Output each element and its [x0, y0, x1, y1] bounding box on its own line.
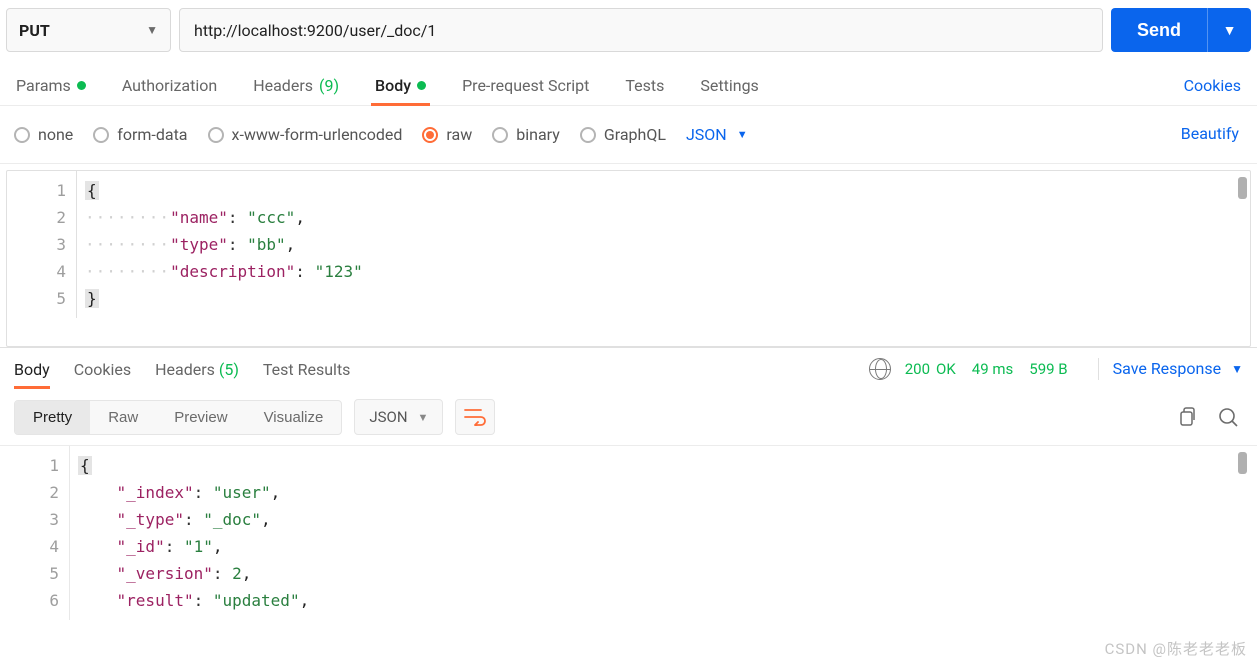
chevron-down-icon: ▼: [146, 23, 158, 37]
search-icon: [1217, 406, 1239, 428]
send-more-button[interactable]: ▼: [1207, 8, 1251, 52]
http-method-select[interactable]: PUT ▼: [6, 8, 171, 52]
tab-body[interactable]: Body: [371, 68, 430, 105]
chevron-down-icon: ▼: [1231, 362, 1243, 376]
body-type-none[interactable]: none: [14, 125, 73, 144]
response-tab-cookies[interactable]: Cookies: [74, 348, 131, 389]
search-button[interactable]: [1213, 402, 1243, 432]
watermark: CSDN @陈老老老板: [1105, 638, 1247, 659]
response-size: 599 B: [1029, 360, 1067, 378]
tab-tests[interactable]: Tests: [621, 68, 668, 105]
response-tab-headers[interactable]: Headers (5): [155, 348, 239, 389]
view-mode-preview[interactable]: Preview: [156, 401, 245, 434]
response-tab-body[interactable]: Body: [14, 348, 50, 389]
copy-icon: [1176, 407, 1196, 427]
response-format-select[interactable]: JSON ▼: [354, 399, 443, 435]
request-body-editor[interactable]: 12345 {········"name": "ccc",········"ty…: [7, 171, 1250, 318]
save-response-button[interactable]: Save Response ▼: [1113, 359, 1243, 378]
scrollbar-thumb[interactable]: [1238, 177, 1247, 199]
tab-settings[interactable]: Settings: [696, 68, 762, 105]
view-mode-raw[interactable]: Raw: [90, 401, 156, 434]
wrap-icon: [464, 408, 486, 426]
response-view-modes: PrettyRawPreviewVisualize: [14, 400, 342, 435]
scrollbar-thumb[interactable]: [1238, 452, 1247, 474]
wrap-lines-button[interactable]: [455, 399, 495, 435]
body-type-row: none form-data x-www-form-urlencoded raw bin…: [0, 106, 1257, 164]
http-method-label: PUT: [19, 21, 50, 40]
copy-button[interactable]: [1171, 402, 1201, 432]
tab-pre-request-script[interactable]: Pre-request Script: [458, 68, 593, 105]
body-type-form-data[interactable]: form-data: [93, 125, 187, 144]
body-type-x-www-form-urlencoded[interactable]: x-www-form-urlencoded: [208, 125, 403, 144]
cookies-link[interactable]: Cookies: [1180, 68, 1245, 105]
tab-headers[interactable]: Headers (9): [249, 68, 343, 105]
body-format-select[interactable]: JSON▼: [686, 125, 748, 144]
editor-content: { "_index": "user", "_type": "_doc", "_i…: [70, 446, 1257, 620]
editor-gutter: 12345: [7, 171, 77, 318]
url-input[interactable]: http://localhost:9200/user/_doc/1: [179, 8, 1103, 52]
editor-content[interactable]: {········"name": "ccc",········"type": "…: [77, 171, 1250, 318]
view-mode-visualize[interactable]: Visualize: [246, 401, 342, 434]
globe-icon[interactable]: [869, 358, 891, 380]
chevron-down-icon: ▼: [1223, 22, 1237, 38]
body-type-binary[interactable]: binary: [492, 125, 560, 144]
tab-params[interactable]: Params: [12, 68, 90, 105]
chevron-down-icon: ▼: [418, 411, 429, 424]
body-type-graphql[interactable]: GraphQL: [580, 125, 666, 144]
url-value: http://localhost:9200/user/_doc/1: [194, 21, 436, 40]
response-body-viewer[interactable]: 123456 { "_index": "user", "_type": "_do…: [0, 446, 1257, 620]
response-status: 200 OK: [905, 360, 956, 378]
response-time: 49 ms: [972, 360, 1013, 378]
beautify-button[interactable]: Beautify: [1177, 116, 1243, 153]
view-mode-pretty[interactable]: Pretty: [15, 401, 90, 434]
request-tabs: Params Authorization Headers (9) Body Pre-…: [0, 60, 1257, 106]
body-type-raw[interactable]: raw: [422, 125, 472, 144]
editor-gutter: 123456: [6, 446, 70, 620]
chevron-down-icon: ▼: [737, 128, 748, 141]
tab-authorization[interactable]: Authorization: [118, 68, 221, 105]
send-button[interactable]: Send: [1111, 8, 1207, 52]
response-tab-test-results[interactable]: Test Results: [263, 348, 351, 389]
